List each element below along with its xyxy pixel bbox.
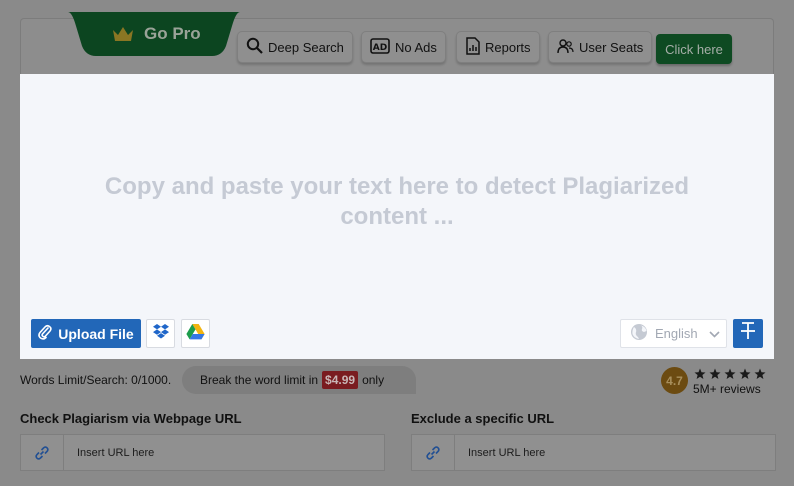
upgrade-suffix: only (362, 373, 385, 387)
upgrade-price: $4.99 (322, 371, 359, 389)
url-check-field[interactable] (20, 434, 385, 471)
svg-text:AD: AD (373, 43, 387, 53)
language-value: English (655, 326, 698, 341)
language-select[interactable]: English (620, 319, 727, 348)
rating-score: 4.7 (661, 367, 688, 394)
reports-feature[interactable]: Reports (456, 31, 540, 63)
ad-block-icon: AD (370, 37, 390, 57)
rating-widget: 4.7 5M+ reviews (661, 367, 775, 397)
feature-label: Deep Search (268, 39, 344, 55)
globe-icon (630, 323, 648, 344)
dropbox-icon (152, 323, 170, 345)
reviews-count: 5M+ reviews (693, 382, 761, 396)
editor-placeholder: Copy and paste your text here to detect … (104, 173, 690, 230)
upload-file-label: Upload File (58, 325, 134, 342)
feature-label: User Seats (579, 39, 644, 55)
report-icon (465, 36, 480, 58)
chevron-down-icon (709, 326, 720, 341)
upload-file-button[interactable]: Upload File (31, 319, 141, 348)
no-ads-feature[interactable]: AD No Ads (361, 31, 446, 63)
feature-label: No Ads (395, 39, 437, 55)
feature-label: Reports (485, 39, 531, 55)
word-limit-text: Words Limit/Search: 0/1000. (20, 373, 172, 387)
paperclip-icon (38, 324, 52, 343)
user-seats-feature[interactable]: User Seats (548, 31, 653, 63)
link-icon (412, 435, 455, 470)
text-format-button[interactable] (733, 319, 763, 348)
go-pro-label: Go Pro (144, 24, 201, 43)
google-drive-button[interactable] (181, 319, 210, 348)
url-exclude-field[interactable] (411, 434, 776, 471)
users-icon (557, 38, 574, 57)
dropbox-button[interactable] (146, 319, 175, 348)
upgrade-banner[interactable]: Break the word limit in $4.99 only (182, 366, 416, 394)
url-exclude-label: Exclude a specific URL (411, 411, 555, 426)
url-check-input[interactable] (64, 435, 384, 470)
link-icon (21, 435, 64, 470)
go-pro-tab[interactable]: Go Pro (68, 12, 240, 56)
url-check-label: Check Plagiarism via Webpage URL (20, 411, 242, 426)
url-exclude-input[interactable] (455, 435, 775, 470)
text-editor[interactable]: Copy and paste your text here to detect … (20, 74, 774, 359)
search-icon (246, 37, 263, 57)
upgrade-prefix: Break the word limit in (200, 373, 319, 387)
google-drive-icon (186, 323, 205, 345)
click-here-button[interactable]: Click here (656, 34, 732, 64)
deep-search-feature[interactable]: Deep Search (237, 31, 353, 63)
text-format-icon (740, 322, 756, 345)
